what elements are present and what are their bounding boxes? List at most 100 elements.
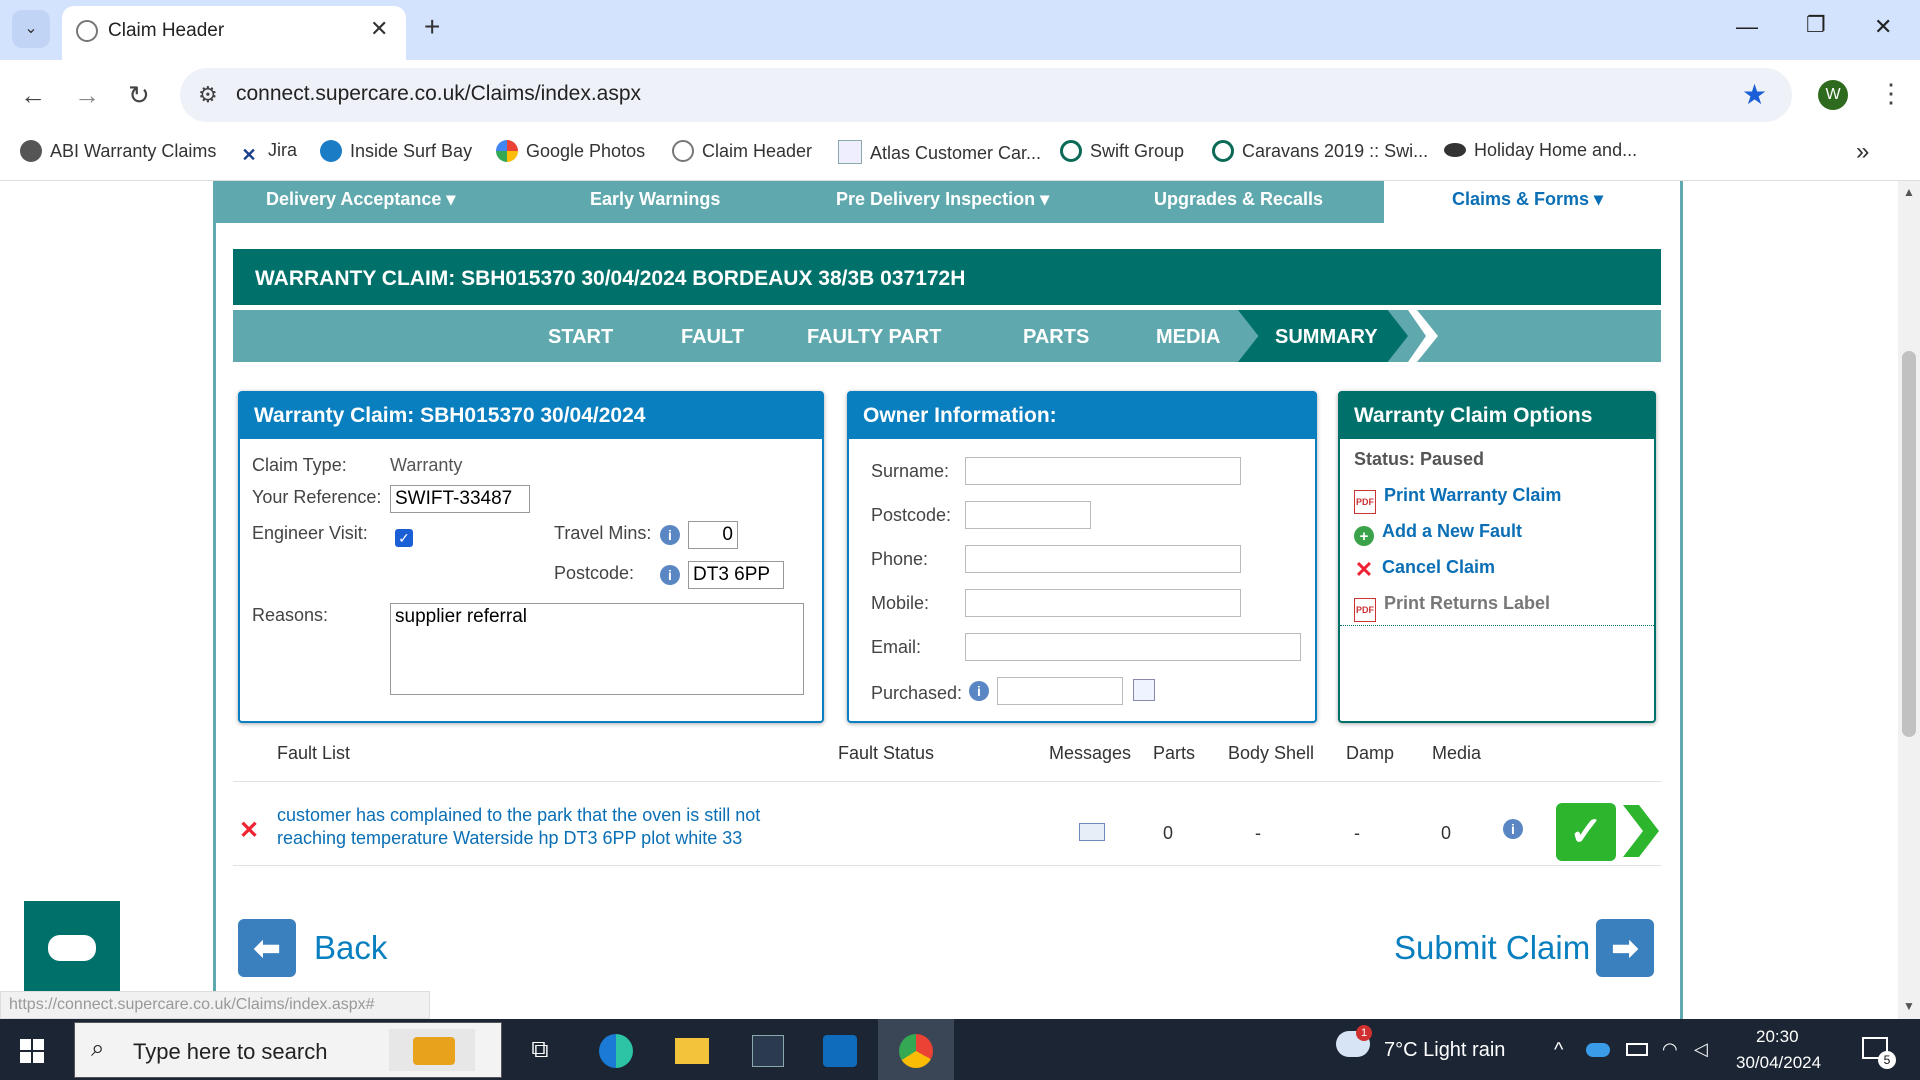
battery-icon[interactable] xyxy=(1626,1043,1648,1056)
browser-tab[interactable]: Claim Header ✕ xyxy=(62,6,406,60)
engineer-visit-checkbox[interactable]: ✓ xyxy=(395,529,413,547)
claim-postcode-input[interactable]: DT3 6PP xyxy=(688,561,784,589)
bookmarks-bar: ABI Warranty Claims ✕ Jira Inside Surf Ba… xyxy=(0,130,1920,181)
mobile-input[interactable] xyxy=(965,589,1241,617)
volume-icon[interactable]: ◁ xyxy=(1694,1039,1708,1060)
swift-icon xyxy=(1212,140,1234,162)
travel-mins-input[interactable]: 0 xyxy=(688,521,738,549)
back-arrow-icon[interactable]: ← xyxy=(20,80,46,111)
warranty-claim-options-panel: Warranty Claim Options Status: Paused PD… xyxy=(1338,391,1656,723)
profile-avatar[interactable]: W xyxy=(1818,80,1848,110)
warranty-claim-panel-title: Warranty Claim: SBH015370 30/04/2024 xyxy=(240,393,822,439)
windows-start-icon[interactable] xyxy=(20,1039,44,1063)
bookmark-jira[interactable]: ✕ Jira xyxy=(238,140,297,167)
bookmark-holiday-home[interactable]: Holiday Home and... xyxy=(1444,140,1637,161)
close-window-icon[interactable]: ✕ xyxy=(1874,14,1892,40)
bookmark-star-icon[interactable]: ★ xyxy=(1742,78,1767,111)
taskbar-search[interactable]: ⌕ Type here to search xyxy=(74,1022,502,1078)
step-summary[interactable]: SUMMARY xyxy=(1275,326,1378,349)
bookmark-claim-header[interactable]: Claim Header xyxy=(672,140,812,162)
reasons-textarea[interactable]: supplier referral xyxy=(390,603,804,695)
next-arrow-icon[interactable] xyxy=(1619,801,1663,861)
tab-list-button[interactable]: ⌄ xyxy=(12,10,50,48)
add-new-fault-link[interactable]: + Add a New Fault xyxy=(1354,521,1522,546)
info-icon[interactable]: i xyxy=(969,681,989,701)
url-text[interactable]: connect.supercare.co.uk/Claims/index.asp… xyxy=(236,82,641,106)
scroll-up-icon[interactable]: ▲ xyxy=(1903,185,1915,199)
bookmark-abi-warranty-claims[interactable]: ABI Warranty Claims xyxy=(20,140,216,162)
step-start[interactable]: START xyxy=(548,326,613,349)
terminal-app-icon[interactable] xyxy=(740,1027,796,1073)
owner-postcode-input[interactable] xyxy=(965,501,1091,529)
step-media[interactable]: MEDIA xyxy=(1156,326,1220,349)
nav-pre-delivery-inspection[interactable]: Pre Delivery Inspection ▾ xyxy=(836,189,1049,210)
site-info-icon[interactable]: ⚙ xyxy=(198,82,218,108)
calendar-icon[interactable] xyxy=(1133,679,1155,701)
info-icon[interactable]: i xyxy=(1503,819,1523,839)
show-hidden-icons[interactable]: ^ xyxy=(1554,1039,1563,1062)
page-scrollbar[interactable]: ▲ ▼ xyxy=(1898,181,1920,1019)
address-bar[interactable]: ⚙ connect.supercare.co.uk/Claims/index.a… xyxy=(180,68,1792,122)
claim-postcode-label: Postcode: xyxy=(554,563,635,583)
edge-icon[interactable] xyxy=(588,1027,644,1073)
minimize-icon[interactable]: — xyxy=(1736,14,1758,40)
search-placeholder: Type here to search xyxy=(133,1039,328,1064)
purchased-date-input[interactable] xyxy=(997,677,1123,705)
delete-fault-icon[interactable]: ✕ xyxy=(239,816,259,845)
email-input[interactable] xyxy=(965,633,1301,661)
header-fault-list: Fault List xyxy=(277,743,351,763)
submit-claim-button[interactable]: Submit Claim ➡ xyxy=(1394,919,1656,979)
clock-date[interactable]: 30/04/2024 xyxy=(1736,1053,1821,1073)
reference-input[interactable]: SWIFT-33487 xyxy=(390,485,530,513)
bookmark-atlas-customer-care[interactable]: Atlas Customer Car... xyxy=(838,140,1041,164)
forward-arrow-icon[interactable]: → xyxy=(74,80,100,111)
scroll-down-icon[interactable]: ▼ xyxy=(1903,999,1915,1013)
restore-icon[interactable]: ❐ xyxy=(1806,12,1826,38)
step-parts[interactable]: PARTS xyxy=(1023,326,1089,349)
file-explorer-icon[interactable] xyxy=(664,1027,720,1073)
back-button[interactable]: ⬅ Back xyxy=(238,919,398,979)
submit-claim-label: Submit Claim xyxy=(1394,929,1591,966)
onedrive-cloud-icon[interactable] xyxy=(1586,1043,1610,1057)
clock-time[interactable]: 20:30 xyxy=(1756,1027,1799,1047)
print-warranty-claim-link[interactable]: PDF Print Warranty Claim xyxy=(1354,485,1561,514)
header-parts: Parts xyxy=(1153,743,1196,763)
owner-information-title: Owner Information: xyxy=(849,393,1315,439)
bookmark-inside-surf-bay[interactable]: Inside Surf Bay xyxy=(320,140,472,162)
chrome-icon[interactable] xyxy=(888,1027,944,1073)
fault-description-link[interactable]: customer has complained to the park that… xyxy=(277,804,797,850)
nav-claims-forms[interactable]: Claims & Forms ▾ xyxy=(1452,189,1603,210)
info-icon[interactable]: i xyxy=(660,525,680,545)
tab-close-icon[interactable]: ✕ xyxy=(370,16,388,42)
nav-early-warnings[interactable]: Early Warnings xyxy=(590,189,720,210)
step-fault[interactable]: FAULT xyxy=(681,326,744,349)
mobile-label: Mobile: xyxy=(871,593,930,613)
bookmarks-overflow-icon[interactable]: » xyxy=(1856,138,1869,166)
weather-text[interactable]: 7°C Light rain xyxy=(1384,1039,1505,1062)
reload-icon[interactable]: ↻ xyxy=(128,80,150,111)
nav-delivery-acceptance[interactable]: Delivery Acceptance ▾ xyxy=(266,189,455,210)
task-view-icon[interactable]: ⧉ xyxy=(512,1027,568,1073)
outlook-icon[interactable] xyxy=(812,1027,868,1073)
step-faulty-part[interactable]: FAULTY PART xyxy=(807,326,941,349)
bookmark-google-photos[interactable]: Google Photos xyxy=(496,140,645,162)
new-tab-button[interactable]: + xyxy=(424,12,440,42)
browser-menu-icon[interactable]: ⋮ xyxy=(1878,78,1904,109)
bookmark-swift-group[interactable]: Swift Group xyxy=(1060,140,1184,162)
phone-input[interactable] xyxy=(965,545,1241,573)
info-icon[interactable]: i xyxy=(660,565,680,585)
print-returns-label-link[interactable]: PDF Print Returns Label xyxy=(1354,593,1550,622)
notification-count: 5 xyxy=(1878,1051,1896,1069)
claim-status: Status: Paused xyxy=(1354,449,1485,469)
cancel-claim-link[interactable]: ✕ Cancel Claim xyxy=(1354,557,1495,581)
scroll-thumb[interactable] xyxy=(1902,351,1916,737)
message-envelope-icon[interactable] xyxy=(1079,823,1105,841)
table-row-divider xyxy=(233,865,1661,866)
bookmark-caravans-2019[interactable]: Caravans 2019 :: Swi... xyxy=(1212,140,1428,162)
owner-postcode-label: Postcode: xyxy=(871,505,952,525)
surname-input[interactable] xyxy=(965,457,1241,485)
wifi-icon[interactable]: ◠ xyxy=(1662,1039,1678,1060)
approve-fault-button[interactable]: ✓ xyxy=(1556,803,1616,861)
chat-widget-button[interactable] xyxy=(24,901,120,997)
nav-upgrades-recalls[interactable]: Upgrades & Recalls xyxy=(1154,189,1323,210)
